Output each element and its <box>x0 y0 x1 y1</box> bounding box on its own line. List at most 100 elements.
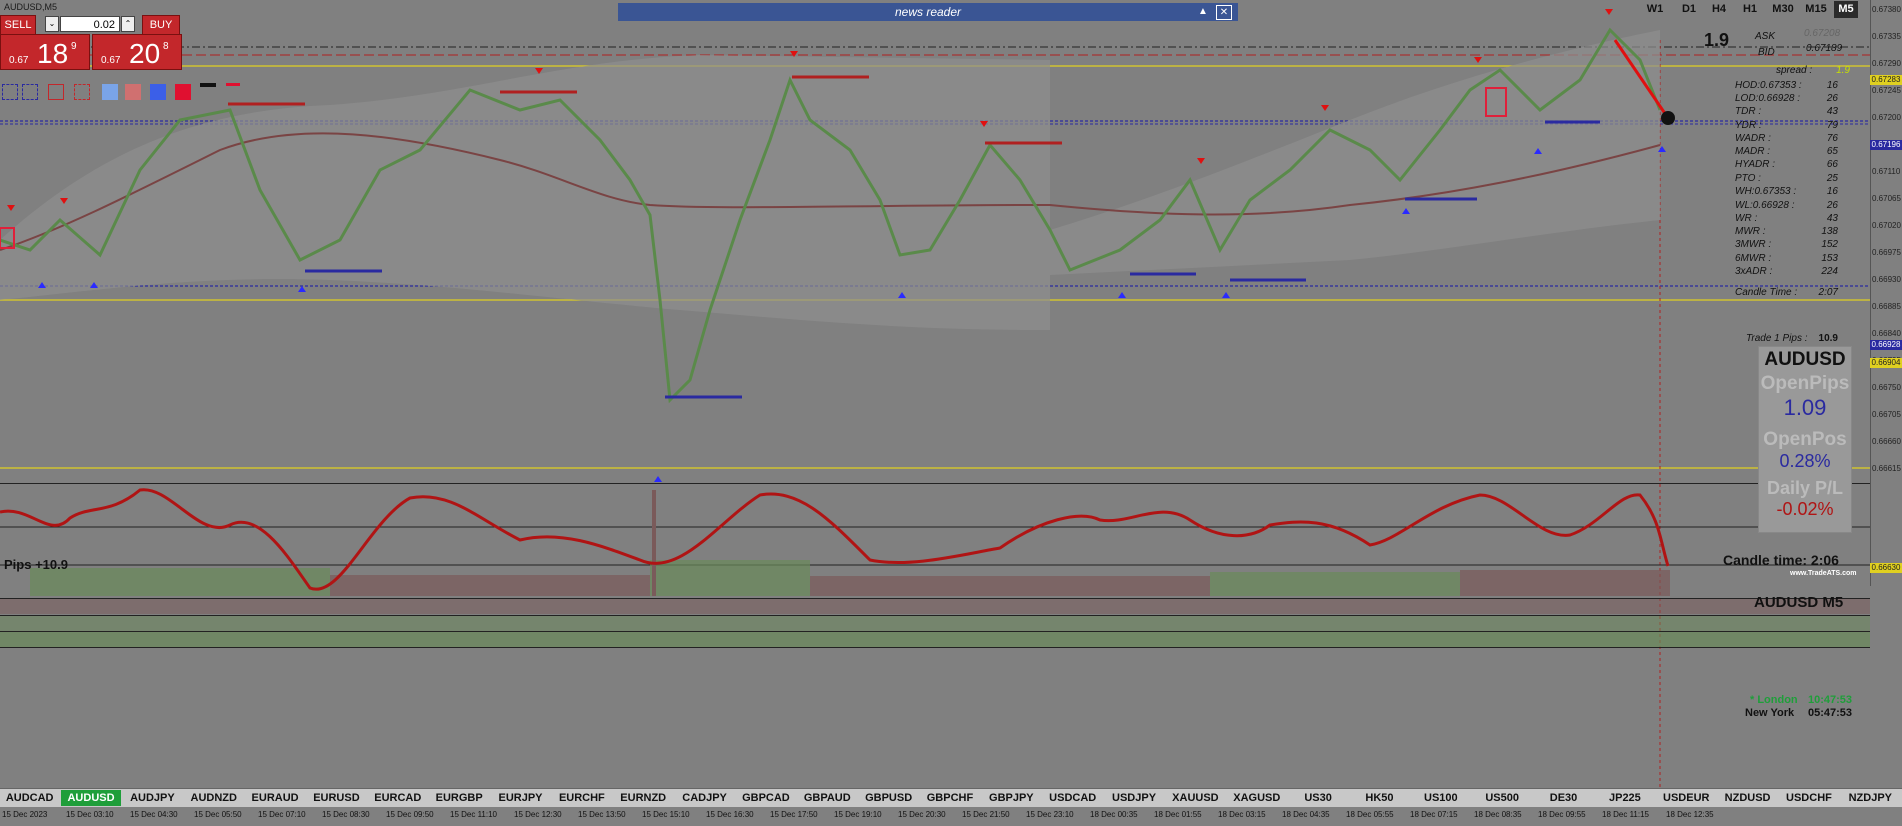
stat-value: 152 <box>1821 239 1838 250</box>
swatch-red-line[interactable] <box>226 83 240 86</box>
stat-label: LOD:0.66928 : <box>1735 93 1801 104</box>
candle-time: Candle time: 2:06 <box>1723 552 1839 568</box>
color-swatch-toolbar[interactable] <box>0 82 240 100</box>
symbol-tab-eurgbp[interactable]: EURGBP <box>429 790 488 806</box>
summary-box: AUDUSD OpenPips 1.09 OpenPos 0.28% Daily… <box>1758 346 1852 533</box>
price-axis-label: 0.66660 <box>1872 437 1901 446</box>
price-axis-label: 0.67380 <box>1872 5 1901 14</box>
tf-w1[interactable]: W1 <box>1644 1 1666 18</box>
price-chart[interactable] <box>0 0 1870 788</box>
time-axis-label: 18 Dec 09:55 <box>1538 810 1586 819</box>
symbol-tab-euraud[interactable]: EURAUD <box>245 790 304 806</box>
swatch-black-line[interactable] <box>200 83 216 87</box>
stat-label: Candle Time : <box>1735 287 1798 298</box>
time-axis-label: 18 Dec 03:15 <box>1218 810 1266 819</box>
open-pips-label: OpenPips <box>1760 373 1850 394</box>
tf-m5[interactable]: M5 <box>1834 1 1858 18</box>
symbol-tab-eurchf[interactable]: EURCHF <box>552 790 611 806</box>
tf-d1[interactable]: D1 <box>1678 1 1700 18</box>
swatch-blue[interactable] <box>150 84 166 100</box>
symbol-tab-audnzd[interactable]: AUDNZD <box>184 790 243 806</box>
symbol-tab-us30[interactable]: US30 <box>1288 790 1347 806</box>
symbol-tab-eurcad[interactable]: EURCAD <box>368 790 427 806</box>
tf-m15[interactable]: M15 <box>1801 1 1831 18</box>
lot-increase-button[interactable]: ⌃ <box>121 16 135 32</box>
spread-num: 1.9 <box>1836 65 1850 76</box>
symbol-tab-gbpchf[interactable]: GBPCHF <box>920 790 979 806</box>
symbol-tab-gbpjpy[interactable]: GBPJPY <box>982 790 1041 806</box>
symbol-tab-usdcad[interactable]: USDCAD <box>1043 790 1102 806</box>
buy-price-big: 20 <box>129 38 161 69</box>
symbol-tab-eurusd[interactable]: EURUSD <box>307 790 366 806</box>
symbol-tab-audjpy[interactable]: AUDJPY <box>123 790 182 806</box>
band-envelope-right <box>1050 30 1660 275</box>
symbol-tab-gbpusd[interactable]: GBPUSD <box>859 790 918 806</box>
swatch-red[interactable] <box>175 84 191 100</box>
spread-big: 1.9 <box>1704 30 1730 50</box>
tf-m30[interactable]: M30 <box>1768 1 1798 18</box>
collapse-icon[interactable]: ▲ <box>1196 5 1210 18</box>
stat-value: 2:07 <box>1818 287 1838 298</box>
symbol-tab-usdeur[interactable]: USDEUR <box>1657 790 1716 806</box>
tf-h4[interactable]: H4 <box>1708 1 1730 18</box>
close-icon[interactable]: ✕ <box>1216 5 1232 20</box>
symbol-tab-de30[interactable]: DE30 <box>1534 790 1593 806</box>
symbol-tab-gbpaud[interactable]: GBPAUD <box>798 790 857 806</box>
lot-decrease-button[interactable]: ⌄ <box>45 16 59 32</box>
pips-total: Pips +10.9 <box>4 557 68 572</box>
symbol-tab-audusd[interactable]: AUDUSD <box>61 790 121 806</box>
time-axis-label: 15 Dec 20:30 <box>898 810 946 819</box>
symbol-tab-hk50[interactable]: HK50 <box>1350 790 1409 806</box>
price-axis-label: 0.66615 <box>1872 464 1901 473</box>
time-axis-label: 15 Dec 2023 <box>2 810 48 819</box>
symbol-tab-gbpcad[interactable]: GBPCAD <box>736 790 795 806</box>
daily-pl-label: Daily P/L <box>1766 478 1844 498</box>
stat-label: HOD:0.67353 : <box>1735 80 1802 91</box>
price-tag-blue-bottom: 0.66928 <box>1870 340 1902 350</box>
symbol-tab-nzdjpy[interactable]: NZDJPY <box>1841 790 1900 806</box>
stat-label: 3MWR : <box>1735 239 1772 250</box>
symbol-tab-us100[interactable]: US100 <box>1411 790 1470 806</box>
swatch-light-blue[interactable] <box>102 84 118 100</box>
symbol-tab-audcad[interactable]: AUDCAD <box>0 790 59 806</box>
buy-button[interactable]: BUY <box>142 15 180 35</box>
symbol-tab-us500[interactable]: US500 <box>1473 790 1532 806</box>
symbol-tab-xauusd[interactable]: XAUUSD <box>1166 790 1225 806</box>
swatch-blue-outline[interactable] <box>2 84 18 100</box>
sell-button[interactable]: SELL <box>0 15 36 35</box>
sell-price-box[interactable]: 0.67 18 9 <box>0 34 90 70</box>
time-axis-label: 18 Dec 07:15 <box>1410 810 1458 819</box>
symbol-tab-xagusd[interactable]: XAGUSD <box>1227 790 1286 806</box>
buy-price-box[interactable]: 0.67 20 8 <box>92 34 182 70</box>
price-axis-label: 0.67290 <box>1872 59 1901 68</box>
swatch-blue-dashed[interactable] <box>22 84 38 100</box>
symbol-tab-eurjpy[interactable]: EURJPY <box>491 790 550 806</box>
stat-label: WH:0.67353 : <box>1735 186 1797 197</box>
time-axis-label: 15 Dec 13:50 <box>578 810 626 819</box>
swatch-red-outline[interactable] <box>48 84 64 100</box>
swatch-light-red[interactable] <box>125 84 141 100</box>
stat-value: 16 <box>1826 80 1838 91</box>
price-tag-blue-top: 0.67196 <box>1870 140 1902 150</box>
symbol-tab-usdjpy[interactable]: USDJPY <box>1104 790 1163 806</box>
ask-label: ASK <box>1755 31 1776 42</box>
symbol-tab-usdchf[interactable]: USDCHF <box>1779 790 1838 806</box>
current-price-dot <box>1661 111 1675 125</box>
time-axis-label: 18 Dec 01:55 <box>1154 810 1202 819</box>
symbol-tab-nzdusd[interactable]: NZDUSD <box>1718 790 1777 806</box>
symbol-tab-jp225[interactable]: JP225 <box>1595 790 1654 806</box>
stat-value: 66 <box>1826 159 1838 170</box>
stat-value: 26 <box>1826 200 1838 211</box>
price-axis-label: 0.66750 <box>1872 383 1901 392</box>
swatch-red-dashed[interactable] <box>74 84 90 100</box>
time-axis-label: 18 Dec 04:35 <box>1282 810 1330 819</box>
price-tag-yellow-low: 0.66630 <box>1870 563 1902 573</box>
symbol-tab-cadjpy[interactable]: CADJPY <box>675 790 734 806</box>
tf-h1[interactable]: H1 <box>1739 1 1761 18</box>
news-reader-bar[interactable]: news reader ▲ ✕ <box>618 3 1238 21</box>
time-axis-label: 15 Dec 09:50 <box>386 810 434 819</box>
symbol-tab-eurnzd[interactable]: EURNZD <box>614 790 673 806</box>
stat-label: HYADR : <box>1735 159 1776 170</box>
price-axis-label: 0.66930 <box>1872 275 1901 284</box>
lot-size-input[interactable]: 0.02 <box>60 16 120 32</box>
